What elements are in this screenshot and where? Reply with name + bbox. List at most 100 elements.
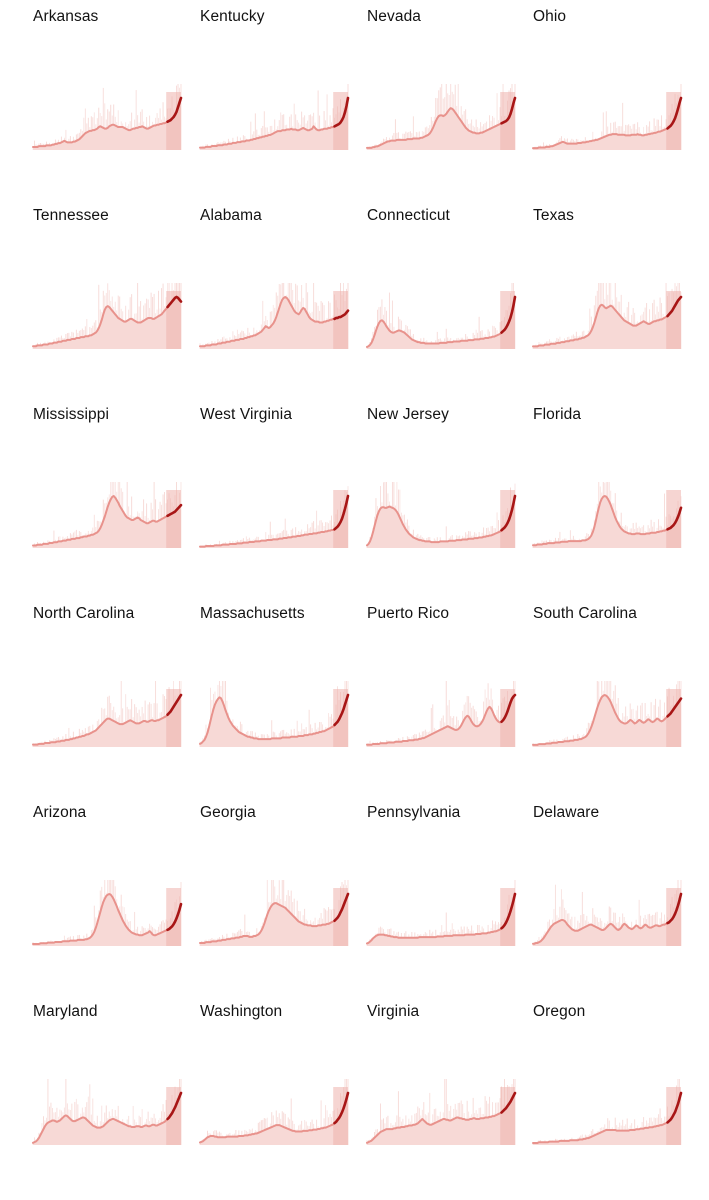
state-sparkline-cell[interactable]: Washington xyxy=(199,1003,360,1145)
state-name-label: Mississippi xyxy=(33,406,110,423)
sparkline-chart[interactable] xyxy=(366,880,522,958)
sparkline-svg xyxy=(532,880,683,946)
state-sparkline-cell[interactable]: Puerto Rico xyxy=(366,605,527,747)
recent-period-band xyxy=(666,490,681,548)
state-name-label: Tennessee xyxy=(33,207,109,224)
sparkline-chart[interactable] xyxy=(532,681,688,759)
state-name-label: Nevada xyxy=(367,8,422,25)
state-name-label: Maryland xyxy=(33,1003,98,1020)
state-name-label: Alabama xyxy=(200,207,262,224)
state-sparkline-cell[interactable]: Pennsylvania xyxy=(366,804,527,946)
state-name-label: New Jersey xyxy=(367,406,449,423)
sparkline-chart[interactable] xyxy=(199,880,355,958)
state-name-label: Arkansas xyxy=(33,8,99,25)
state-sparkline-cell[interactable]: Mississippi xyxy=(32,406,193,548)
state-name-label: Arizona xyxy=(33,804,87,821)
sparkline-svg xyxy=(199,681,350,747)
state-sparkline-cell[interactable]: Maryland xyxy=(32,1003,193,1145)
sparkline-chart[interactable] xyxy=(32,681,188,759)
sparkline-chart[interactable] xyxy=(199,84,355,162)
state-name-label: Kentucky xyxy=(200,8,265,25)
state-name-label: Pennsylvania xyxy=(367,804,461,821)
state-sparkline-cell[interactable]: West Virginia xyxy=(199,406,360,548)
state-name-label: Texas xyxy=(533,207,574,224)
state-sparkline-cell[interactable]: Arizona xyxy=(32,804,193,946)
sparkline-svg xyxy=(199,486,350,548)
sparkline-svg xyxy=(32,84,183,150)
sparkline-chart[interactable] xyxy=(366,283,522,361)
sparkline-chart[interactable] xyxy=(199,1079,355,1157)
sparkline-chart[interactable] xyxy=(532,482,688,560)
state-sparkline-cell[interactable]: Massachusetts xyxy=(199,605,360,747)
recent-period-band xyxy=(500,291,515,349)
sparkline-chart[interactable] xyxy=(199,486,355,560)
state-sparkline-cell[interactable]: South Carolina xyxy=(532,605,693,747)
trend-area-fill xyxy=(33,894,181,946)
state-name-label: South Carolina xyxy=(533,605,637,622)
state-name-label: North Carolina xyxy=(33,605,135,622)
sparkline-svg xyxy=(32,1079,183,1145)
sparkline-svg xyxy=(199,880,350,946)
state-name-label: West Virginia xyxy=(200,406,293,423)
state-sparkline-cell[interactable]: Oregon xyxy=(532,1003,693,1145)
state-sparkline-cell[interactable]: Nevada xyxy=(366,8,527,150)
sparkline-svg xyxy=(366,84,517,150)
state-sparkline-cell[interactable]: Connecticut xyxy=(366,207,527,349)
sparkline-svg xyxy=(532,283,683,349)
sparkline-chart[interactable] xyxy=(532,880,688,958)
recent-period-band xyxy=(333,291,348,349)
sparkline-svg xyxy=(32,880,183,946)
sparkline-chart[interactable] xyxy=(366,1079,522,1157)
sparkline-chart[interactable] xyxy=(532,1079,688,1157)
recent-period-band xyxy=(166,490,181,548)
sparkline-svg xyxy=(366,880,517,946)
sparkline-svg xyxy=(32,681,183,747)
sparkline-svg xyxy=(532,1079,683,1145)
state-sparkline-cell[interactable]: Delaware xyxy=(532,804,693,946)
sparkline-chart[interactable] xyxy=(32,283,188,361)
sparkline-chart[interactable] xyxy=(366,84,522,162)
sparkline-chart[interactable] xyxy=(32,482,188,560)
state-sparkline-cell[interactable]: Texas xyxy=(532,207,693,349)
state-sparkline-cell[interactable]: North Carolina xyxy=(32,605,193,747)
sparkline-svg xyxy=(366,482,517,548)
sparkline-chart[interactable] xyxy=(32,880,188,958)
state-sparkline-cell[interactable]: Tennessee xyxy=(32,207,193,349)
state-name-label: Massachusetts xyxy=(200,605,305,622)
sparkline-chart[interactable] xyxy=(532,283,688,361)
sparkline-chart[interactable] xyxy=(32,1079,188,1157)
sparkline-chart[interactable] xyxy=(32,84,188,162)
state-sparkline-cell[interactable]: Arkansas xyxy=(32,8,193,150)
state-sparkline-cell[interactable]: Georgia xyxy=(199,804,360,946)
state-name-label: Delaware xyxy=(533,804,600,821)
state-name-label: Washington xyxy=(200,1003,283,1020)
sparkline-svg xyxy=(366,1079,517,1145)
state-name-label: Oregon xyxy=(533,1003,586,1020)
recent-period-band xyxy=(166,888,181,946)
state-sparkline-cell[interactable]: Virginia xyxy=(366,1003,527,1145)
recent-period-band xyxy=(666,689,681,747)
sparkline-svg xyxy=(199,283,350,349)
sparkline-grid: Arkansas Kentucky Nevada Ohio Tennessee Alaba… xyxy=(0,0,709,1200)
sparkline-svg xyxy=(32,482,183,548)
sparkline-svg xyxy=(532,681,683,747)
sparkline-svg xyxy=(366,681,517,747)
sparkline-chart[interactable] xyxy=(532,84,688,162)
sparkline-chart[interactable] xyxy=(199,681,355,759)
state-sparkline-cell[interactable]: Florida xyxy=(532,406,693,548)
sparkline-chart[interactable] xyxy=(366,482,522,560)
sparkline-svg xyxy=(199,1079,350,1145)
recent-period-band xyxy=(500,490,515,548)
state-sparkline-cell[interactable]: Kentucky xyxy=(199,8,360,150)
state-name-label: Georgia xyxy=(200,804,256,821)
state-name-label: Virginia xyxy=(367,1003,420,1020)
state-sparkline-cell[interactable]: Ohio xyxy=(532,8,693,150)
state-name-label: Florida xyxy=(533,406,582,423)
state-sparkline-cell[interactable]: New Jersey xyxy=(366,406,527,548)
trend-area-fill xyxy=(367,894,515,946)
sparkline-svg xyxy=(199,84,350,150)
sparkline-chart[interactable] xyxy=(199,283,355,361)
sparkline-chart[interactable] xyxy=(366,681,522,759)
state-name-label: Connecticut xyxy=(367,207,450,224)
state-sparkline-cell[interactable]: Alabama xyxy=(199,207,360,349)
